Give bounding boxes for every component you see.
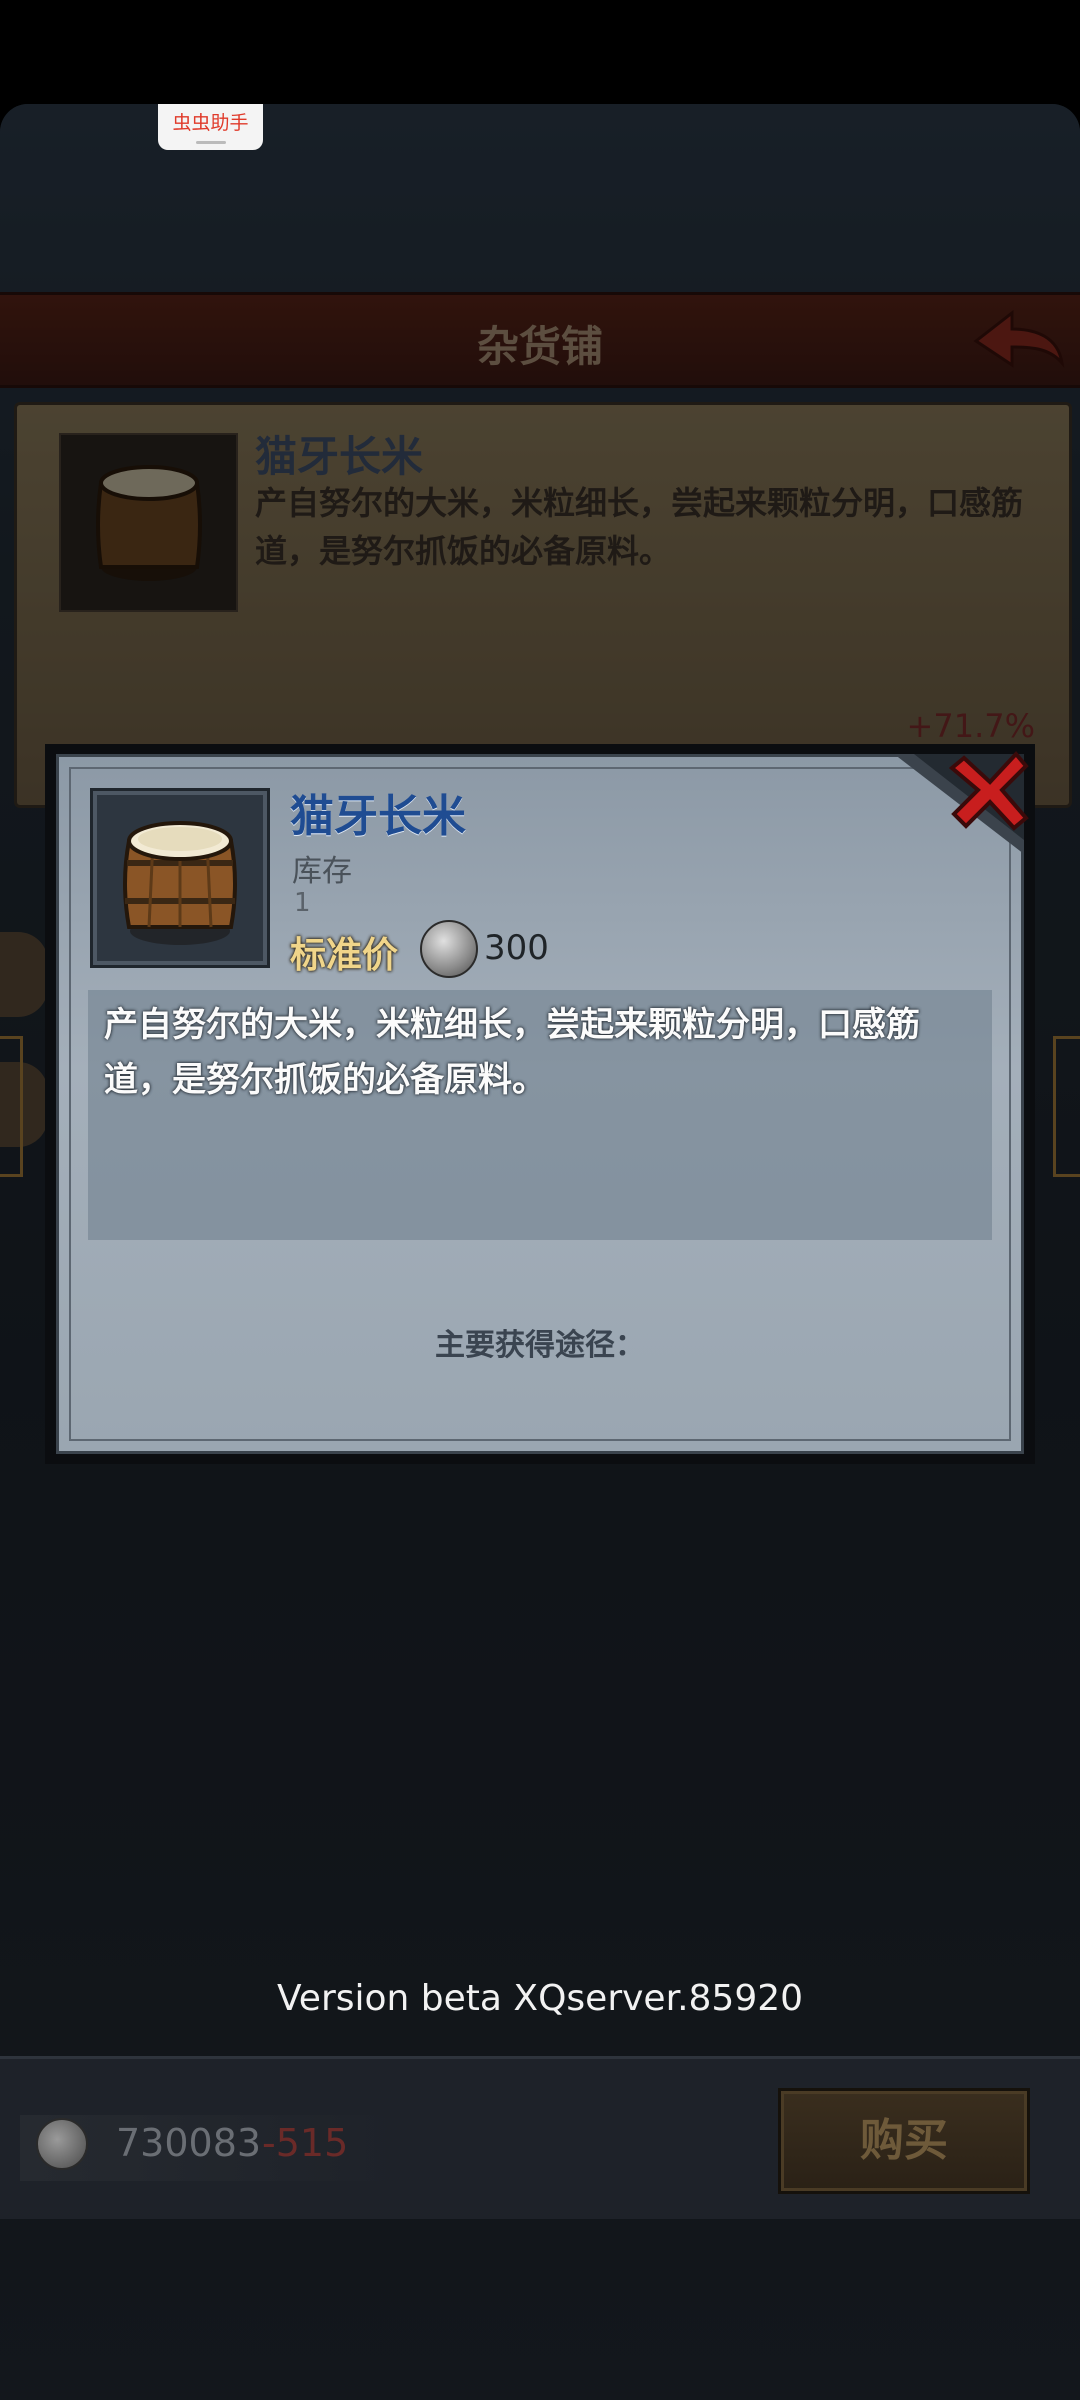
item-name: 猫牙长米 (290, 791, 466, 842)
acquisition-source-label: 主要获得途径： (435, 1328, 645, 1363)
close-x-icon[interactable] (946, 744, 1036, 834)
rice-barrel-icon (123, 821, 237, 945)
buy-button[interactable]: 购买 (778, 2088, 1030, 2194)
stock-value: 1 (294, 888, 311, 918)
stock-label: 库存 (292, 854, 352, 889)
silver-coin-icon (420, 920, 478, 978)
money-amount: 730083 (116, 2121, 262, 2165)
standard-price-value: 300 (484, 928, 549, 968)
item-description: 产自努尔的大米，米粒细长，尝起来颗粒分明，口感筋道，是努尔抓饭的必备原料。 (104, 1005, 920, 1100)
version-text: Version beta XQserver.85920 (276, 1978, 804, 2019)
money-diff: -515 (262, 2121, 349, 2165)
item-icon-frame (90, 788, 270, 968)
helper-badge[interactable]: 虫虫助手 (158, 104, 263, 150)
standard-price-label: 标准价 (290, 935, 399, 976)
silver-coin-icon (36, 2118, 88, 2170)
